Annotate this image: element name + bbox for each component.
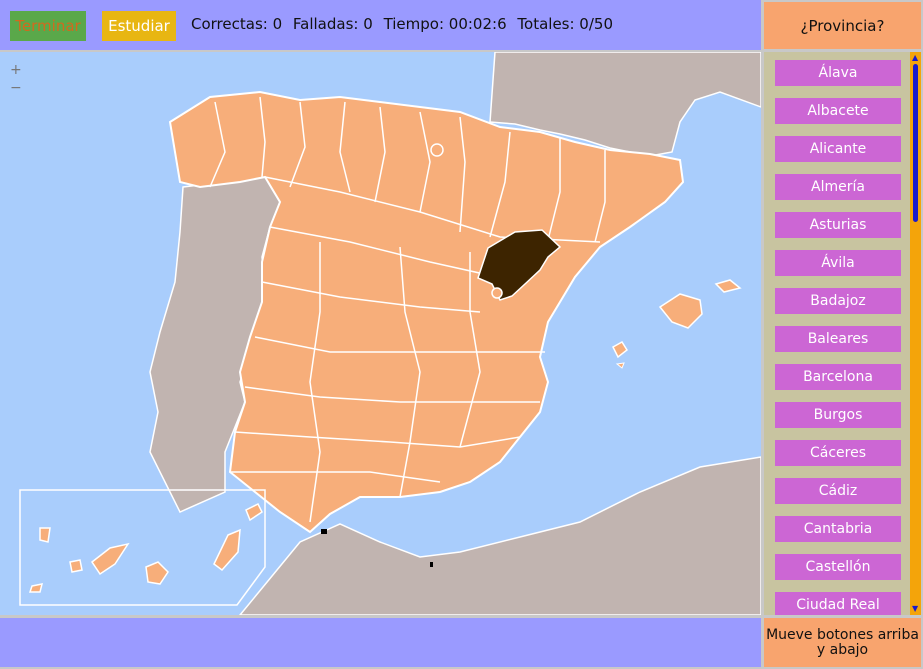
island-la-palma[interactable]: [39, 527, 51, 543]
province-button[interactable]: Albacete: [775, 98, 901, 124]
top-toolbar: Terminar Estudiar Correctas: 0 Falladas:…: [0, 0, 761, 50]
island-tenerife[interactable]: [90, 542, 130, 576]
province-enclave-2: [491, 287, 503, 299]
scroll-thumb[interactable]: [913, 64, 918, 222]
question-prompt: ¿Provincia?: [764, 2, 921, 49]
totales-counter: Totales: 0/50: [517, 15, 613, 33]
bottom-bar: [0, 618, 761, 667]
spain-map[interactable]: + −: [0, 52, 761, 615]
province-button[interactable]: Cantabria: [775, 516, 901, 542]
island-el-hierro[interactable]: [28, 583, 44, 593]
island-gran-canaria[interactable]: [145, 561, 169, 585]
province-button[interactable]: Castellón: [775, 554, 901, 580]
island-fuerteventura[interactable]: [213, 528, 241, 572]
list-scrollbar[interactable]: ▲ ▼: [910, 52, 921, 615]
province-button[interactable]: Cáceres: [775, 440, 901, 466]
province-button[interactable]: Baleares: [775, 326, 901, 352]
scroll-up-arrow-icon[interactable]: ▲: [912, 53, 918, 62]
province-button[interactable]: Cádiz: [775, 478, 901, 504]
province-button[interactable]: Alicante: [775, 136, 901, 162]
terminar-button[interactable]: Terminar: [10, 11, 86, 41]
scroll-down-arrow-icon[interactable]: ▼: [912, 604, 918, 613]
estudiar-button[interactable]: Estudiar: [102, 11, 176, 41]
province-button[interactable]: Asturias: [775, 212, 901, 238]
province-button[interactable]: Burgos: [775, 402, 901, 428]
island-mallorca[interactable]: [658, 293, 703, 329]
zoom-out-button[interactable]: −: [10, 80, 22, 96]
score-stats: Correctas: 0 Falladas: 0 Tiempo: 00:02:6…: [191, 15, 619, 33]
province-list: Álava Albacete Alicante Almería Asturias…: [775, 60, 901, 615]
province-button[interactable]: Almería: [775, 174, 901, 200]
island-ibiza[interactable]: [612, 340, 628, 359]
falladas-counter: Falladas: 0: [292, 15, 373, 33]
island-formentera[interactable]: [615, 362, 625, 369]
province-button[interactable]: Ciudad Real: [775, 592, 901, 615]
correctas-counter: Correctas: 0: [191, 15, 283, 33]
zoom-in-button[interactable]: +: [10, 62, 22, 78]
island-lanzarote[interactable]: [245, 502, 263, 522]
province-enclave: [430, 143, 444, 157]
island-menorca[interactable]: [714, 279, 742, 293]
province-button[interactable]: Barcelona: [775, 364, 901, 390]
province-button[interactable]: Álava: [775, 60, 901, 86]
scroll-hint: Mueve botones arriba y abajo: [764, 618, 921, 667]
tiempo-counter: Tiempo: 00:02:6: [383, 15, 507, 33]
province-button[interactable]: Badajoz: [775, 288, 901, 314]
ceuta[interactable]: [321, 529, 327, 534]
province-button[interactable]: Ávila: [775, 250, 901, 276]
island-la-gomera[interactable]: [69, 559, 83, 573]
melilla[interactable]: [430, 562, 433, 567]
province-list-panel: Álava Albacete Alicante Almería Asturias…: [764, 52, 921, 615]
map-svg[interactable]: [0, 52, 761, 615]
